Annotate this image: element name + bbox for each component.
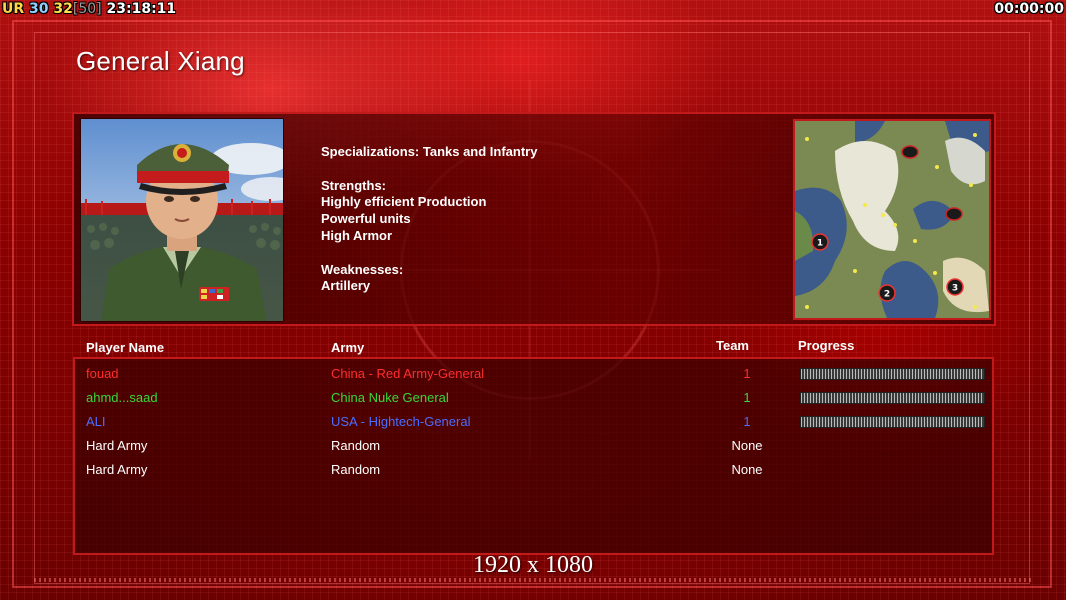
- player-army[interactable]: China - Red Army-General: [331, 366, 484, 382]
- player-row[interactable]: fouad China - Red Army-General 1: [0, 366, 1066, 390]
- hud-fps: 30: [29, 1, 49, 17]
- player-team[interactable]: 1: [707, 414, 787, 430]
- header-team: Team: [716, 338, 749, 353]
- start-position-label: 1: [817, 239, 823, 249]
- resolution-label: 1920 x 1080: [473, 552, 593, 578]
- player-team[interactable]: None: [707, 438, 787, 454]
- bottom-strip: [34, 578, 1032, 582]
- player-progress-bar: [800, 392, 985, 404]
- hud-logic: 32: [53, 1, 73, 17]
- player-team[interactable]: 1: [707, 390, 787, 406]
- start-position-label: 2: [884, 290, 890, 300]
- player-progress-fill: [801, 369, 984, 379]
- header-progress: Progress: [798, 338, 855, 353]
- player-progress-fill: [801, 417, 984, 427]
- start-position-label: 3: [952, 284, 958, 294]
- player-army[interactable]: Random: [331, 438, 380, 454]
- map-preview[interactable]: 1 2 3: [793, 119, 991, 320]
- weaknesses-title: Weaknesses:: [321, 261, 404, 277]
- player-army[interactable]: USA - Hightech-General: [331, 414, 470, 430]
- strength-item: Highly efficient Production: [321, 194, 487, 210]
- hud-clock: 23:18:11: [106, 1, 177, 17]
- hud-bar: UR 30 32[50] 23:18:11 00:00:00: [0, 0, 1066, 18]
- player-name: ahmd...saad: [86, 390, 158, 405]
- player-table-header: Player Name Army Team Progress: [0, 338, 1066, 356]
- general-portrait: [80, 118, 284, 322]
- player-army[interactable]: China Nuke General: [331, 390, 449, 406]
- player-name: ALI: [86, 414, 106, 429]
- hud-limit: [50]: [72, 1, 102, 17]
- player-row[interactable]: Hard Army Random None: [0, 438, 1066, 462]
- player-team[interactable]: 1: [707, 366, 787, 382]
- player-progress-bar: [800, 368, 985, 380]
- general-title: General Xiang: [76, 46, 245, 76]
- player-army[interactable]: Random: [331, 462, 380, 478]
- strength-item: Powerful units: [321, 211, 411, 227]
- strength-item: High Armor: [321, 227, 393, 243]
- weakness-item: Artillery: [321, 278, 371, 294]
- header-army: Army: [331, 340, 365, 355]
- hud-stats: UR 30 32[50] 23:18:11: [2, 0, 176, 18]
- player-name: Hard Army: [86, 462, 148, 477]
- hud-game-timer: 00:00:00: [994, 1, 1064, 17]
- general-portrait-image: [81, 119, 283, 321]
- header-player-name: Player Name: [86, 340, 165, 355]
- player-name: fouad: [86, 366, 119, 381]
- player-team[interactable]: None: [707, 462, 787, 478]
- player-row[interactable]: Hard Army Random None: [0, 462, 1066, 486]
- specializations-text: Specializations: Tanks and Infantry: [321, 144, 538, 159]
- general-description: Specializations: Tanks and Infantry Stre…: [321, 144, 537, 295]
- player-row[interactable]: ALI USA - Hightech-General 1: [0, 414, 1066, 438]
- player-name: Hard Army: [86, 438, 148, 453]
- player-progress-fill: [801, 393, 984, 403]
- player-row[interactable]: ahmd...saad China Nuke General 1: [0, 390, 1066, 414]
- strengths-title: Strengths:: [321, 177, 386, 193]
- map-preview-image: 1 2 3: [795, 121, 989, 318]
- player-progress-bar: [800, 416, 985, 428]
- hud-ur-label: UR: [2, 1, 25, 17]
